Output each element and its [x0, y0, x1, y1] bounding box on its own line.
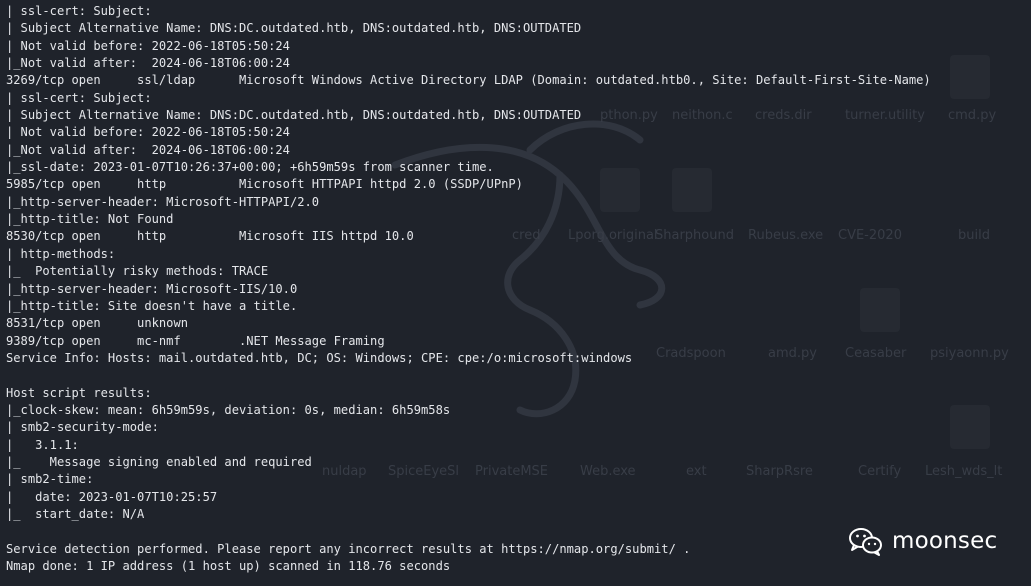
terminal-line: 5985/tcp open http Microsoft HTTPAPI htt… [6, 177, 523, 192]
terminal-line: | http-methods: [6, 246, 116, 261]
terminal-line: |_clock-skew: mean: 6h59m59s, deviation:… [6, 402, 451, 417]
terminal-line: |_Not valid after: 2024-06-18T06:00:24 [6, 56, 290, 71]
terminal-line: | ssl-cert: Subject: [6, 90, 152, 105]
terminal-line: 8531/tcp open unknown [6, 316, 189, 331]
terminal-line: 9389/tcp open mc-nmf .NET Message Framin… [6, 333, 385, 348]
terminal-line: |_http-title: Site doesn't have a title. [6, 298, 298, 313]
wechat-icon [849, 528, 882, 556]
terminal-line: | ssl-cert: Subject: [6, 4, 152, 18]
terminal-line: | Not valid before: 2022-06-18T05:50:24 [6, 125, 290, 140]
watermark: moonsec [848, 526, 997, 556]
terminal-line: |_http-server-header: Microsoft-HTTPAPI/… [6, 194, 320, 209]
terminal-line: 8530/tcp open http Microsoft IIS httpd 1… [6, 229, 414, 244]
terminal-line: Nmap done: 1 IP address (1 host up) scan… [6, 559, 451, 573]
terminal-line: |_ssl-date: 2023-01-07T10:26:37+00:00; +… [6, 160, 494, 175]
terminal-line: | 3.1.1: [6, 437, 79, 452]
terminal-line: | smb2-security-mode: [6, 420, 159, 435]
terminal-line: |_ Message signing enabled and required [6, 454, 312, 469]
terminal-line: |_ start_date: N/A [6, 506, 145, 521]
terminal-line: | date: 2023-01-07T10:25:57 [6, 489, 218, 504]
terminal-line: |_Not valid after: 2024-06-18T06:00:24 [6, 142, 290, 157]
terminal-line: |_http-title: Not Found [6, 212, 174, 227]
terminal-line: | Not valid before: 2022-06-18T05:50:24 [6, 38, 290, 53]
watermark-text: moonsec [892, 528, 998, 554]
terminal-line: Host script results: [6, 385, 152, 400]
terminal-line: |_http-server-header: Microsoft-IIS/10.0 [6, 281, 298, 296]
terminal-line: | smb2-time: [6, 472, 94, 487]
terminal-line: 3269/tcp open ssl/ldap Microsoft Windows… [6, 73, 931, 88]
terminal-line: | Subject Alternative Name: DNS:DC.outda… [6, 21, 582, 36]
terminal-output[interactable]: | ssl-cert: Subject: | Subject Alternati… [0, 0, 1031, 586]
terminal-line: |_ Potentially risky methods: TRACE [6, 264, 269, 279]
terminal-line: | Subject Alternative Name: DNS:DC.outda… [6, 108, 582, 123]
terminal-line: Service Info: Hosts: mail.outdated.htb, … [6, 350, 633, 365]
